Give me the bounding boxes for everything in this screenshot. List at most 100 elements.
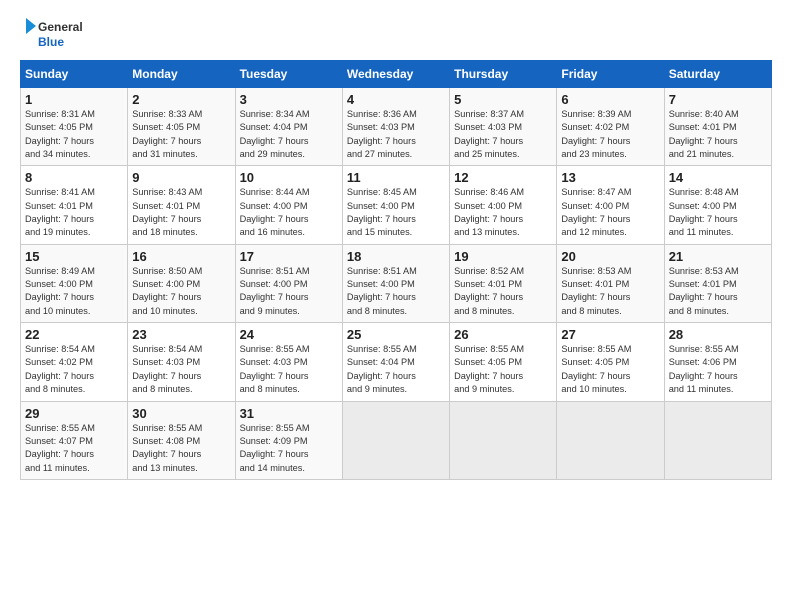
day-number: 31 [240, 406, 338, 421]
day-number: 10 [240, 170, 338, 185]
week-row-4: 22 Sunrise: 8:54 AMSunset: 4:02 PMDayligh… [21, 323, 772, 401]
col-header-sunday: Sunday [21, 61, 128, 88]
cell-text: Sunrise: 8:48 AMSunset: 4:00 PMDaylight:… [669, 187, 739, 237]
cell-text: Sunrise: 8:55 AMSunset: 4:05 PMDaylight:… [454, 344, 524, 394]
cell-text: Sunrise: 8:54 AMSunset: 4:03 PMDaylight:… [132, 344, 202, 394]
calendar-table: SundayMondayTuesdayWednesdayThursdayFrid… [20, 60, 772, 480]
calendar-cell: 22 Sunrise: 8:54 AMSunset: 4:02 PMDayligh… [21, 323, 128, 401]
cell-text: Sunrise: 8:55 AMSunset: 4:07 PMDaylight:… [25, 423, 95, 473]
day-number: 25 [347, 327, 445, 342]
cell-text: Sunrise: 8:55 AMSunset: 4:05 PMDaylight:… [561, 344, 631, 394]
day-number: 2 [132, 92, 230, 107]
day-number: 11 [347, 170, 445, 185]
calendar-cell [342, 401, 449, 479]
col-header-thursday: Thursday [450, 61, 557, 88]
cell-text: Sunrise: 8:37 AMSunset: 4:03 PMDaylight:… [454, 109, 524, 159]
week-row-2: 8Sunrise: 8:41 AMSunset: 4:01 PMDaylight… [21, 166, 772, 244]
cell-text: Sunrise: 8:39 AMSunset: 4:02 PMDaylight:… [561, 109, 631, 159]
day-number: 4 [347, 92, 445, 107]
calendar-cell: 19 Sunrise: 8:52 AMSunset: 4:01 PMDayligh… [450, 244, 557, 322]
calendar-cell: 21 Sunrise: 8:53 AMSunset: 4:01 PMDayligh… [664, 244, 771, 322]
day-number: 26 [454, 327, 552, 342]
header: General Blue [20, 16, 772, 52]
calendar-cell: 30 Sunrise: 8:55 AMSunset: 4:08 PMDayligh… [128, 401, 235, 479]
svg-text:Blue: Blue [38, 35, 64, 49]
cell-text: Sunrise: 8:55 AMSunset: 4:09 PMDaylight:… [240, 423, 310, 473]
calendar-cell: 12 Sunrise: 8:46 AMSunset: 4:00 PMDayligh… [450, 166, 557, 244]
calendar-cell: 28 Sunrise: 8:55 AMSunset: 4:06 PMDayligh… [664, 323, 771, 401]
calendar-cell: 5 Sunrise: 8:37 AMSunset: 4:03 PMDaylight… [450, 88, 557, 166]
calendar-cell: 17Sunrise: 8:51 AMSunset: 4:00 PMDayligh… [235, 244, 342, 322]
cell-text: Sunrise: 8:43 AMSunset: 4:01 PMDaylight:… [132, 187, 202, 237]
calendar-cell: 6 Sunrise: 8:39 AMSunset: 4:02 PMDaylight… [557, 88, 664, 166]
calendar-cell: 31 Sunrise: 8:55 AMSunset: 4:09 PMDayligh… [235, 401, 342, 479]
day-number: 3 [240, 92, 338, 107]
day-number: 6 [561, 92, 659, 107]
cell-text: Sunrise: 8:46 AMSunset: 4:00 PMDaylight:… [454, 187, 524, 237]
cell-text: Sunrise: 8:55 AMSunset: 4:03 PMDaylight:… [240, 344, 310, 394]
logo: General Blue [20, 16, 100, 52]
col-header-monday: Monday [128, 61, 235, 88]
day-number: 12 [454, 170, 552, 185]
calendar-cell: 18 Sunrise: 8:51 AMSunset: 4:00 PMDayligh… [342, 244, 449, 322]
day-number: 27 [561, 327, 659, 342]
col-header-saturday: Saturday [664, 61, 771, 88]
day-number: 13 [561, 170, 659, 185]
day-number: 1 [25, 92, 123, 107]
page: General Blue SundayMondayTuesdayWednesda… [0, 0, 792, 612]
calendar-cell [450, 401, 557, 479]
cell-text: Sunrise: 8:54 AMSunset: 4:02 PMDaylight:… [25, 344, 95, 394]
calendar-cell: 8Sunrise: 8:41 AMSunset: 4:01 PMDaylight… [21, 166, 128, 244]
col-header-friday: Friday [557, 61, 664, 88]
calendar-cell: 9 Sunrise: 8:43 AMSunset: 4:01 PMDaylight… [128, 166, 235, 244]
cell-text: Sunrise: 8:53 AMSunset: 4:01 PMDaylight:… [669, 266, 739, 316]
cell-text: Sunrise: 8:55 AMSunset: 4:06 PMDaylight:… [669, 344, 739, 394]
calendar-cell: 1 Sunrise: 8:31 AMSunset: 4:05 PMDaylight… [21, 88, 128, 166]
generalblue-logo-svg: General Blue [20, 16, 100, 52]
day-number: 28 [669, 327, 767, 342]
calendar-cell: 20Sunrise: 8:53 AMSunset: 4:01 PMDayligh… [557, 244, 664, 322]
calendar-cell: 11Sunrise: 8:45 AMSunset: 4:00 PMDayligh… [342, 166, 449, 244]
day-number: 29 [25, 406, 123, 421]
cell-text: Sunrise: 8:41 AMSunset: 4:01 PMDaylight:… [25, 187, 95, 237]
week-row-1: 1 Sunrise: 8:31 AMSunset: 4:05 PMDaylight… [21, 88, 772, 166]
col-header-tuesday: Tuesday [235, 61, 342, 88]
day-number: 21 [669, 249, 767, 264]
week-row-5: 29 Sunrise: 8:55 AMSunset: 4:07 PMDayligh… [21, 401, 772, 479]
calendar-cell: 2Sunrise: 8:33 AMSunset: 4:05 PMDaylight… [128, 88, 235, 166]
cell-text: Sunrise: 8:51 AMSunset: 4:00 PMDaylight:… [347, 266, 417, 316]
cell-text: Sunrise: 8:51 AMSunset: 4:00 PMDaylight:… [240, 266, 310, 316]
day-number: 15 [25, 249, 123, 264]
calendar-cell: 23Sunrise: 8:54 AMSunset: 4:03 PMDayligh… [128, 323, 235, 401]
calendar-cell: 25Sunrise: 8:55 AMSunset: 4:04 PMDayligh… [342, 323, 449, 401]
calendar-cell [557, 401, 664, 479]
day-number: 19 [454, 249, 552, 264]
day-number: 16 [132, 249, 230, 264]
calendar-cell: 26 Sunrise: 8:55 AMSunset: 4:05 PMDayligh… [450, 323, 557, 401]
cell-text: Sunrise: 8:40 AMSunset: 4:01 PMDaylight:… [669, 109, 739, 159]
cell-text: Sunrise: 8:55 AMSunset: 4:08 PMDaylight:… [132, 423, 202, 473]
day-number: 5 [454, 92, 552, 107]
day-number: 22 [25, 327, 123, 342]
calendar-cell: 3Sunrise: 8:34 AMSunset: 4:04 PMDaylight… [235, 88, 342, 166]
cell-text: Sunrise: 8:52 AMSunset: 4:01 PMDaylight:… [454, 266, 524, 316]
calendar-cell: 16Sunrise: 8:50 AMSunset: 4:00 PMDayligh… [128, 244, 235, 322]
col-header-wednesday: Wednesday [342, 61, 449, 88]
cell-text: Sunrise: 8:49 AMSunset: 4:00 PMDaylight:… [25, 266, 95, 316]
cell-text: Sunrise: 8:53 AMSunset: 4:01 PMDaylight:… [561, 266, 631, 316]
calendar-cell: 24Sunrise: 8:55 AMSunset: 4:03 PMDayligh… [235, 323, 342, 401]
cell-text: Sunrise: 8:31 AMSunset: 4:05 PMDaylight:… [25, 109, 95, 159]
calendar-cell: 4Sunrise: 8:36 AMSunset: 4:03 PMDaylight… [342, 88, 449, 166]
week-row-3: 15 Sunrise: 8:49 AMSunset: 4:00 PMDayligh… [21, 244, 772, 322]
calendar-cell: 7Sunrise: 8:40 AMSunset: 4:01 PMDaylight… [664, 88, 771, 166]
header-row: SundayMondayTuesdayWednesdayThursdayFrid… [21, 61, 772, 88]
calendar-cell: 29 Sunrise: 8:55 AMSunset: 4:07 PMDayligh… [21, 401, 128, 479]
day-number: 9 [132, 170, 230, 185]
day-number: 30 [132, 406, 230, 421]
calendar-cell: 10Sunrise: 8:44 AMSunset: 4:00 PMDayligh… [235, 166, 342, 244]
day-number: 14 [669, 170, 767, 185]
calendar-cell: 15 Sunrise: 8:49 AMSunset: 4:00 PMDayligh… [21, 244, 128, 322]
day-number: 18 [347, 249, 445, 264]
calendar-cell: 13Sunrise: 8:47 AMSunset: 4:00 PMDayligh… [557, 166, 664, 244]
calendar-cell: 27 Sunrise: 8:55 AMSunset: 4:05 PMDayligh… [557, 323, 664, 401]
